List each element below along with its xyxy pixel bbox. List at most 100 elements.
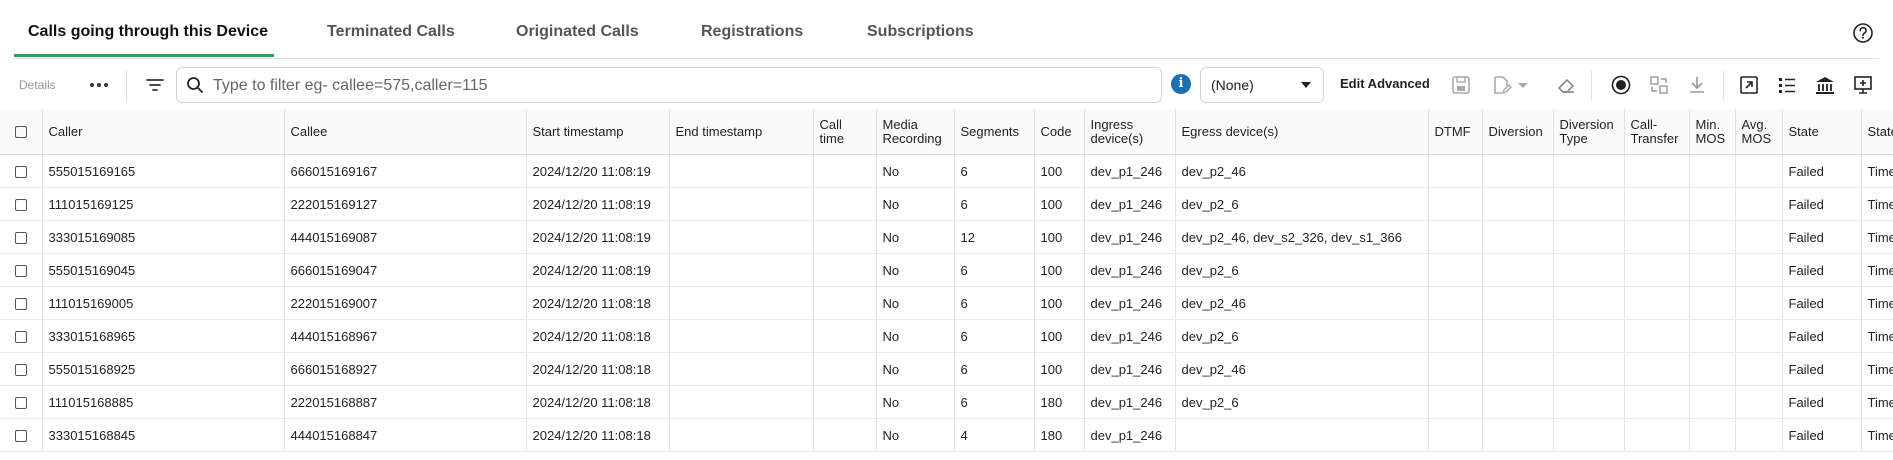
row-checkbox[interactable] — [14, 397, 27, 410]
edit-document-icon[interactable] — [1490, 74, 1512, 96]
cell-diversion — [1482, 385, 1554, 419]
cell-egress: dev_p2_6 — [1175, 253, 1429, 287]
cell-state2: Timed — [1861, 319, 1893, 353]
table-row[interactable]: 111015168885 222015168887 2024/12/20 11:08… — [0, 385, 1893, 419]
column-header-avg-mos[interactable]: Avg. MOS — [1735, 109, 1783, 155]
cell-code: 100 — [1034, 220, 1085, 254]
column-header-code[interactable]: Code — [1034, 109, 1085, 155]
table-row[interactable]: 111015169005 222015169007 2024/12/20 11:08… — [0, 286, 1893, 320]
column-header-egress[interactable]: Egress device(s) — [1175, 109, 1429, 155]
column-header-min-mos[interactable]: Min. MOS — [1689, 109, 1736, 155]
column-header-diversion-type[interactable]: Diversion Type — [1553, 109, 1625, 155]
column-header-segments[interactable]: Segments — [954, 109, 1035, 155]
table-row[interactable]: 555015168925 666015168927 2024/12/20 11:08… — [0, 352, 1893, 386]
cell-diversion-type — [1553, 187, 1625, 221]
row-checkbox[interactable] — [14, 265, 27, 278]
record-icon[interactable] — [1610, 74, 1632, 96]
table-row[interactable]: 333015168965 444015168967 2024/12/20 11:08… — [0, 319, 1893, 353]
toolbar-divider — [1723, 70, 1724, 100]
cell-ingress: dev_p1_246 — [1084, 418, 1176, 452]
cell-media: No — [876, 220, 955, 254]
more-horizontal-icon[interactable] — [86, 72, 112, 98]
row-checkbox[interactable] — [14, 331, 27, 344]
list-icon[interactable] — [1776, 74, 1798, 96]
tab-registrations[interactable]: Registrations — [701, 0, 803, 56]
cell-egress — [1175, 418, 1429, 452]
cell-state: Failed — [1782, 418, 1862, 452]
column-header-callee[interactable]: Callee — [284, 109, 527, 155]
column-header-end[interactable]: End timestamp — [669, 109, 814, 155]
tab-subscriptions[interactable]: Subscriptions — [867, 0, 974, 56]
toolbar-divider — [1591, 70, 1592, 100]
column-header-state[interactable]: State — [1782, 109, 1862, 155]
cell-state2: Timed — [1861, 418, 1893, 452]
cell-media: No — [876, 352, 955, 386]
column-header-call-time[interactable]: Call time — [813, 109, 877, 155]
cell-media: No — [876, 154, 955, 188]
cell-diversion — [1482, 154, 1554, 188]
search-input[interactable] — [211, 68, 1155, 104]
row-checkbox[interactable] — [14, 199, 27, 212]
table-row[interactable]: 111015169125 222015169127 2024/12/20 11:08… — [0, 187, 1893, 221]
cell-ingress: dev_p1_246 — [1084, 220, 1176, 254]
cell-state2: Timed — [1861, 220, 1893, 254]
cell-state: Failed — [1782, 220, 1862, 254]
presentation-icon[interactable] — [1852, 74, 1874, 96]
tab-calls-through-device[interactable]: Calls going through this Device — [28, 0, 268, 56]
filter-icon[interactable] — [144, 74, 166, 96]
column-header-ingress[interactable]: Ingress device(s) — [1084, 109, 1176, 155]
row-checkbox[interactable] — [14, 430, 27, 443]
tab-terminated-calls[interactable]: Terminated Calls — [327, 0, 455, 56]
row-select-cell — [0, 352, 43, 386]
table-row[interactable]: 555015169165 666015169167 2024/12/20 11:08… — [0, 154, 1893, 188]
tab-originated-calls[interactable]: Originated Calls — [516, 0, 639, 56]
cell-state2: Timed — [1861, 352, 1893, 386]
download-icon[interactable] — [1686, 74, 1708, 96]
open-external-icon[interactable] — [1738, 74, 1760, 96]
save-icon[interactable] — [1450, 74, 1472, 96]
cell-segments: 6 — [954, 352, 1035, 386]
cell-segments: 6 — [954, 319, 1035, 353]
cell-dtmf — [1428, 253, 1483, 287]
calls-table: Caller Callee Start timestamp End timestamp… — [0, 109, 1893, 460]
column-header-state2[interactable]: State — [1861, 109, 1893, 155]
question-circle-icon[interactable] — [1852, 22, 1874, 44]
cell-media: No — [876, 286, 955, 320]
cell-ingress: dev_p1_246 — [1084, 253, 1176, 287]
cell-segments: 6 — [954, 187, 1035, 221]
cell-ingress: dev_p1_246 — [1084, 154, 1176, 188]
select-all-checkbox[interactable] — [14, 126, 27, 139]
column-header-dtmf[interactable]: DTMF — [1428, 109, 1483, 155]
table-row[interactable]: 333015168845 444015168847 2024/12/20 11:08… — [0, 418, 1893, 452]
chevron-down-icon[interactable] — [1516, 74, 1530, 96]
info-icon[interactable]: i — [1171, 74, 1191, 94]
cell-egress: dev_p2_6 — [1175, 187, 1429, 221]
edit-advanced-button[interactable]: Edit Advanced — [1340, 76, 1430, 91]
cell-diversion-type — [1553, 286, 1625, 320]
column-header-media[interactable]: Media Recording — [876, 109, 955, 155]
bank-icon[interactable] — [1814, 74, 1836, 96]
eraser-icon[interactable] — [1555, 74, 1577, 96]
cell-min-mos — [1689, 286, 1736, 320]
row-checkbox[interactable] — [14, 298, 27, 311]
row-checkbox[interactable] — [14, 232, 27, 245]
cell-diversion — [1482, 220, 1554, 254]
column-header-caller[interactable]: Caller — [42, 109, 285, 155]
row-checkbox[interactable] — [14, 166, 27, 179]
cell-caller: 555015169165 — [42, 154, 285, 188]
column-header-start[interactable]: Start timestamp — [526, 109, 670, 155]
cell-code: 180 — [1034, 385, 1085, 419]
cell-egress: dev_p2_46 — [1175, 286, 1429, 320]
cell-ingress: dev_p1_246 — [1084, 385, 1176, 419]
cell-avg-mos — [1735, 187, 1783, 221]
search-box — [176, 67, 1162, 104]
cell-start: 2024/12/20 11:08:18 — [526, 352, 670, 386]
filter-select[interactable]: (None) — [1200, 67, 1324, 103]
row-checkbox[interactable] — [14, 364, 27, 377]
row-select-cell — [0, 385, 43, 419]
table-row[interactable]: 333015169085 444015169087 2024/12/20 11:08… — [0, 220, 1893, 254]
swap-icon[interactable] — [1648, 74, 1670, 96]
table-row[interactable]: 555015169045 666015169047 2024/12/20 11:08… — [0, 253, 1893, 287]
column-header-call-transfer[interactable]: Call-Transfer — [1624, 109, 1690, 155]
column-header-diversion[interactable]: Diversion — [1482, 109, 1554, 155]
